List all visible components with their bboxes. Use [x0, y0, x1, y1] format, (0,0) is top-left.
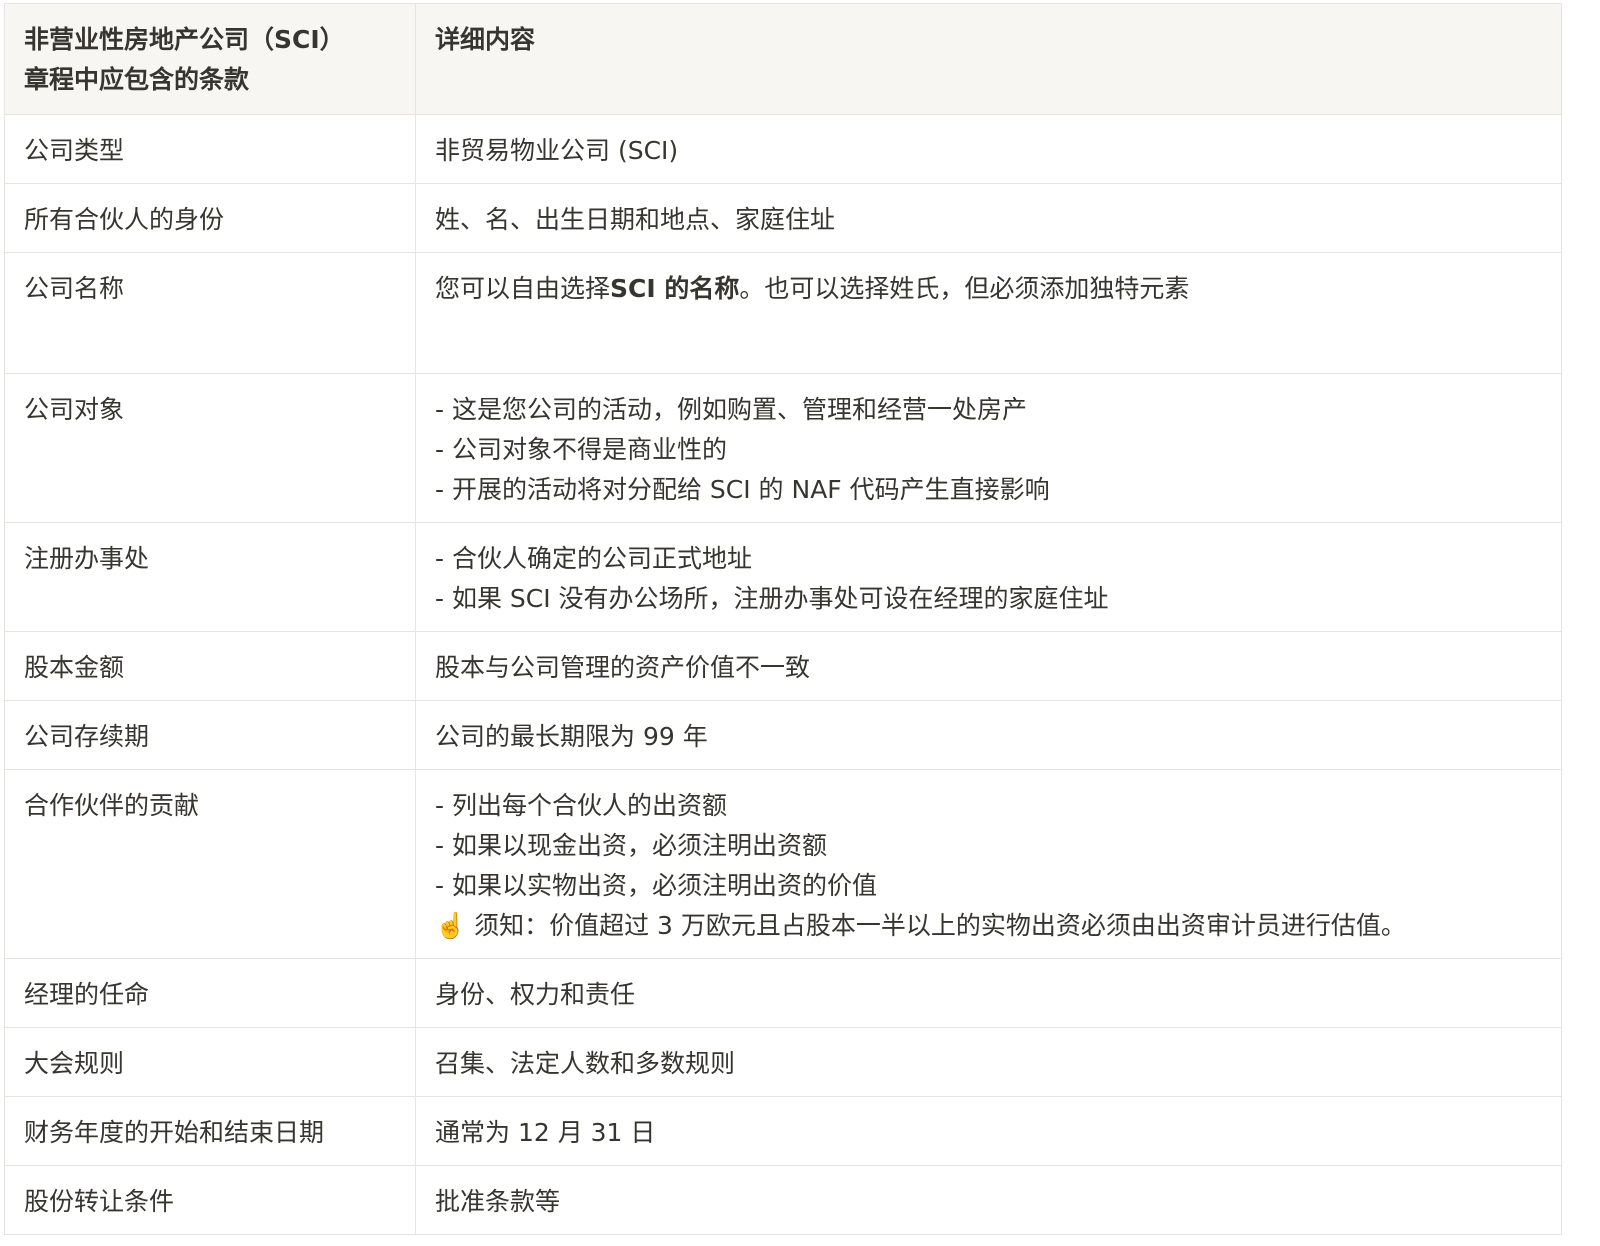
detail-line: 姓、名、出生日期和地点、家庭住址 [435, 205, 836, 234]
row-detail: 公司的最长期限为 99 年 [415, 700, 1562, 770]
table-row: 公司类型 非贸易物业公司 (SCI) [4, 114, 1562, 184]
note-text: 须知：价值超过 3 万欧元且占股本一半以上的实物出资必须由出资审计员进行估值。 [474, 911, 1406, 940]
detail-line: - 合伙人确定的公司正式地址 [435, 544, 752, 573]
header-details-label: 详细内容 [435, 25, 536, 54]
sci-clauses-table: 非营业性房地产公司（SCI） 章程中应包含的条款 详细内容 公司类型 非贸易物业… [4, 3, 1562, 1235]
header-clause: 非营业性房地产公司（SCI） 章程中应包含的条款 [4, 3, 416, 115]
detail-bold: SCI 的名称 [610, 274, 740, 303]
row-detail: - 合伙人确定的公司正式地址 - 如果 SCI 没有办公场所，注册办事处可设在经… [415, 522, 1562, 632]
table-row: 公司存续期 公司的最长期限为 99 年 [4, 700, 1562, 770]
row-detail: 身份、权力和责任 [415, 958, 1562, 1028]
table-row: 财务年度的开始和结束日期 通常为 12 月 31 日 [4, 1096, 1562, 1166]
row-label: 财务年度的开始和结束日期 [4, 1096, 416, 1166]
table-row: 合作伙伴的贡献 - 列出每个合伙人的出资额 - 如果以现金出资，必须注明出资额 … [4, 769, 1562, 959]
table-row: 公司名称 您可以自由选择SCI 的名称。也可以选择姓氏，但必须添加独特元素 [4, 252, 1562, 374]
note-line: ☝️ 须知：价值超过 3 万欧元且占股本一半以上的实物出资必须由出资审计员进行估… [435, 906, 1542, 946]
detail-line: 召集、法定人数和多数规则 [435, 1049, 736, 1078]
row-detail: 您可以自由选择SCI 的名称。也可以选择姓氏，但必须添加独特元素 [415, 252, 1562, 374]
detail-line: - 列出每个合伙人的出资额 [435, 791, 727, 820]
detail-line: - 开展的活动将对分配给 SCI 的 NAF 代码产生直接影响 [435, 475, 1050, 504]
table-header-row: 非营业性房地产公司（SCI） 章程中应包含的条款 详细内容 [4, 3, 1562, 115]
row-label: 公司对象 [4, 373, 416, 523]
table-row: 股本金额 股本与公司管理的资产价值不一致 [4, 631, 1562, 701]
row-label: 大会规则 [4, 1027, 416, 1097]
detail-line: - 如果 SCI 没有办公场所，注册办事处可设在经理的家庭住址 [435, 584, 1109, 613]
row-detail: 姓、名、出生日期和地点、家庭住址 [415, 183, 1562, 253]
detail-line: - 如果以现金出资，必须注明出资额 [435, 831, 827, 860]
detail-line: 非贸易物业公司 (SCI) [435, 136, 679, 165]
row-detail: - 这是您公司的活动，例如购置、管理和经营一处房产 - 公司对象不得是商业性的 … [415, 373, 1562, 523]
row-label: 公司类型 [4, 114, 416, 184]
row-detail: 召集、法定人数和多数规则 [415, 1027, 1562, 1097]
row-detail: 批准条款等 [415, 1165, 1562, 1235]
table-row: 股份转让条件 批准条款等 [4, 1165, 1562, 1235]
row-label: 经理的任命 [4, 958, 416, 1028]
row-label: 合作伙伴的贡献 [4, 769, 416, 959]
row-detail: - 列出每个合伙人的出资额 - 如果以现金出资，必须注明出资额 - 如果以实物出… [415, 769, 1562, 959]
header-details: 详细内容 [415, 3, 1562, 115]
row-label: 所有合伙人的身份 [4, 183, 416, 253]
detail-line: - 公司对象不得是商业性的 [435, 435, 727, 464]
row-label: 公司名称 [4, 252, 416, 374]
row-label: 注册办事处 [4, 522, 416, 632]
pointing-up-icon: ☝️ [435, 911, 467, 940]
company-name-detail: 您可以自由选择SCI 的名称。也可以选择姓氏，但必须添加独特元素 [435, 269, 1542, 361]
detail-line: 身份、权力和责任 [435, 980, 636, 1009]
header-clause-line2: 章程中应包含的条款 [24, 65, 250, 94]
detail-line: - 如果以实物出资，必须注明出资的价值 [435, 871, 877, 900]
table-row: 经理的任命 身份、权力和责任 [4, 958, 1562, 1028]
detail-prefix: 您可以自由选择 [435, 274, 611, 303]
row-label: 股份转让条件 [4, 1165, 416, 1235]
detail-line: 股本与公司管理的资产价值不一致 [435, 653, 811, 682]
detail-line: 通常为 12 月 31 日 [435, 1118, 656, 1147]
detail-line: 批准条款等 [435, 1187, 561, 1216]
table-row: 公司对象 - 这是您公司的活动，例如购置、管理和经营一处房产 - 公司对象不得是… [4, 373, 1562, 523]
table-row: 所有合伙人的身份 姓、名、出生日期和地点、家庭住址 [4, 183, 1562, 253]
header-clause-line1: 非营业性房地产公司（SCI） [24, 25, 345, 54]
detail-line: - 这是您公司的活动，例如购置、管理和经营一处房产 [435, 395, 1027, 424]
row-detail: 非贸易物业公司 (SCI) [415, 114, 1562, 184]
row-label: 股本金额 [4, 631, 416, 701]
row-label: 公司存续期 [4, 700, 416, 770]
row-detail: 股本与公司管理的资产价值不一致 [415, 631, 1562, 701]
detail-line: 公司的最长期限为 99 年 [435, 722, 708, 751]
detail-suffix: 。也可以选择姓氏，但必须添加独特元素 [739, 274, 1190, 303]
table-row: 注册办事处 - 合伙人确定的公司正式地址 - 如果 SCI 没有办公场所，注册办… [4, 522, 1562, 632]
table-row: 大会规则 召集、法定人数和多数规则 [4, 1027, 1562, 1097]
row-detail: 通常为 12 月 31 日 [415, 1096, 1562, 1166]
